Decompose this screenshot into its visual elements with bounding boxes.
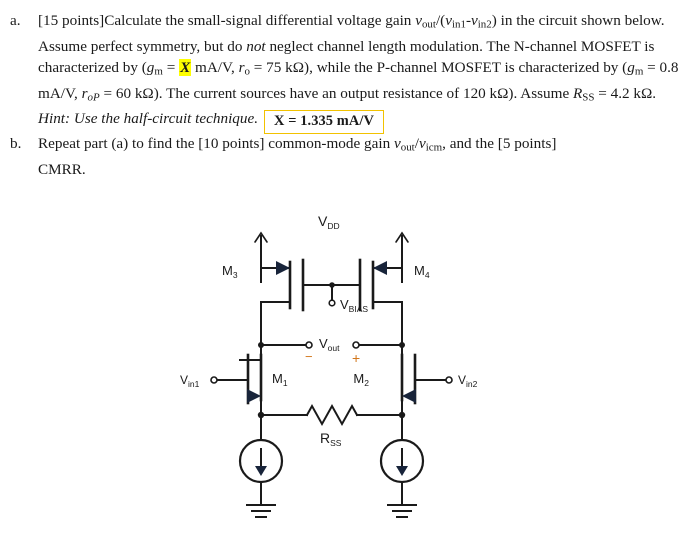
gm-subscript-n: m	[154, 65, 163, 78]
vin1-subscript: in1	[451, 18, 466, 31]
vin1-label-text: V	[180, 373, 188, 387]
rop-subscript: oP	[87, 91, 100, 104]
cm-vout-symbol: v	[393, 135, 401, 153]
m1-label-sub: 1	[283, 378, 288, 388]
list-marker-b: b.	[10, 135, 22, 153]
text-b-2: common-mode gain	[264, 135, 394, 153]
cm-vicm-symbol: v	[418, 135, 426, 153]
rss-value-text: = 4.2 kΩ.	[594, 84, 657, 102]
problem-a-text: [15 points]Calculate the small-signal di…	[38, 10, 695, 135]
current-source-left	[238, 438, 284, 506]
vdd-supply-left	[254, 231, 268, 283]
m3-source-arrow	[276, 261, 290, 275]
m4-label: M4	[414, 263, 430, 280]
vdd-label-sub: DD	[327, 221, 339, 231]
points-label-a: [15 points]	[38, 12, 105, 29]
ro-value: = 75 kΩ),	[250, 59, 313, 76]
rss-subscript-text: SS	[582, 91, 595, 104]
list-marker-a: a.	[10, 12, 21, 29]
source-rail	[257, 403, 406, 441]
vbias-terminal	[328, 299, 336, 307]
m2-label: M2	[353, 371, 369, 388]
m4-label-text: M	[414, 263, 425, 278]
text-a-1: Calculate the small-signal differential …	[104, 12, 416, 29]
rss-label-sub: SS	[330, 438, 342, 448]
emphasis-not: not	[246, 37, 266, 55]
vout-minus-terminal[interactable]	[305, 341, 313, 349]
vbias-label-sub: BIAS	[349, 304, 369, 314]
vout-subscript: out	[421, 18, 436, 31]
gm-equals: =	[162, 59, 180, 76]
ground-left	[246, 504, 276, 518]
vin2-label: Vin2	[458, 373, 478, 389]
vin2-symbol: v	[471, 12, 478, 29]
vout-minus-sign: −	[305, 349, 313, 364]
gain-slash-open: /(	[435, 12, 446, 29]
vdd-supply-right	[395, 231, 409, 283]
problem-item-a: a. [15 points]Calculate the small-signal…	[0, 10, 695, 135]
vbias-label-text: V	[340, 297, 349, 312]
transistor-m1	[217, 353, 263, 416]
text-b-3: , and the	[442, 135, 498, 153]
gm-units-n: mA/V,	[191, 59, 239, 76]
vout-plus-terminal[interactable]	[352, 341, 360, 349]
problem-statement: a. [15 points]Calculate the small-signal…	[0, 10, 695, 180]
rss-label: RSS	[320, 430, 342, 448]
m2-label-sub: 2	[364, 378, 369, 388]
transistor-m2	[400, 353, 446, 416]
m2-source-arrow	[402, 389, 416, 403]
highlighted-x-variable: X	[179, 59, 192, 76]
vout-label-text: V	[319, 336, 328, 351]
rop-value: = 60 kΩ). The	[99, 84, 190, 102]
vbias-label: VBIAS	[340, 297, 368, 314]
problem-item-b: b. Repeat part (a) to find the [10 point…	[0, 133, 695, 180]
rss-resistor-symbol	[305, 403, 359, 427]
problem-b-text: Repeat part (a) to find the [10 points] …	[38, 133, 695, 180]
m2-label-text: M	[353, 371, 364, 386]
vin1-label: Vin1	[180, 373, 200, 389]
vbias-node	[328, 282, 336, 307]
text-b-1: Repeat part (a) to find the	[38, 135, 199, 153]
rss-symbol-text: R	[572, 84, 583, 102]
current-source-right	[379, 438, 425, 506]
m3-label-text: M	[222, 263, 233, 278]
vin1-terminal[interactable]	[210, 376, 218, 384]
m4-source-arrow	[373, 261, 387, 275]
output-net-left	[258, 341, 313, 361]
output-net-right	[352, 341, 405, 361]
transistor-m3	[260, 258, 333, 346]
hint-text: Hint: Use the half-circuit technique.	[38, 110, 259, 128]
m3-label: M3	[222, 263, 238, 280]
gain-close: ) in the	[491, 12, 535, 29]
vin1-label-sub: in1	[188, 379, 200, 389]
m3-label-sub: 3	[233, 270, 238, 280]
vin2-subscript: in2	[477, 18, 492, 31]
vin2-label-text: V	[458, 373, 466, 387]
rss-label-text: R	[320, 430, 330, 446]
vdd-label: VDD	[318, 213, 340, 231]
vin2-terminal[interactable]	[445, 376, 453, 384]
ground-right	[387, 504, 417, 518]
text-a-2b: neglect channel length	[265, 37, 407, 55]
vout-plus-sign: +	[352, 350, 360, 366]
text-b-4: CMRR.	[38, 161, 86, 179]
m1-label-text: M	[272, 371, 283, 386]
text-a-5: current sources have an output resistanc…	[193, 84, 573, 102]
vout-label-sub: out	[328, 343, 340, 353]
answer-box: X = 1.335 mA/V	[264, 110, 384, 135]
vout-label: Vout	[319, 336, 340, 353]
vin2-label-sub: in2	[466, 379, 478, 389]
gm-symbol-p: g	[627, 59, 635, 76]
m1-label: M1	[272, 371, 288, 388]
vout-symbol: v	[415, 12, 422, 29]
text-a-4: while the P-channel MOSFET is characteri…	[316, 59, 628, 76]
points-label-b1: [10 points]	[198, 135, 265, 153]
vin1-symbol: v	[445, 12, 452, 29]
cm-vicm-subscript: icm	[425, 141, 443, 154]
cm-vout-subscript: out	[400, 141, 415, 154]
points-label-b2: [5 points]	[497, 135, 557, 153]
circuit-diagram: VDD M3 M4 VBIAS − + Vout Vin1 M1 Vin2 M2…	[0, 200, 695, 539]
m4-label-sub: 4	[425, 270, 430, 280]
m1-source-arrow	[247, 389, 261, 403]
